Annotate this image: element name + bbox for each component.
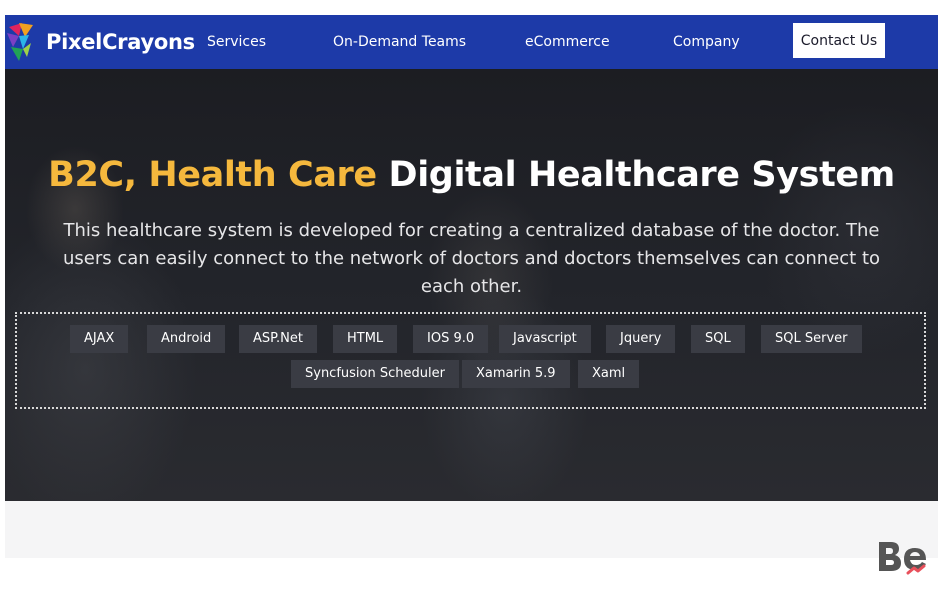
behance-logo-icon <box>879 542 926 575</box>
tag-html: HTML <box>333 325 398 353</box>
tag-xamarin: Xamarin 5.9 <box>462 360 570 388</box>
tag-syncfusion-scheduler: Syncfusion Scheduler <box>291 360 459 388</box>
page-frame: PixelCrayons Services On-Demand Teams eC… <box>5 15 938 558</box>
headline-main: Digital Healthcare System <box>388 155 896 195</box>
headline-accent: B2C, Health Care <box>48 155 377 195</box>
logo-text: PixelCrayons <box>46 30 195 54</box>
hero-headline: B2C, Health Care Digital Healthcare Syst… <box>5 155 938 195</box>
tag-javascript: Javascript <box>499 325 591 353</box>
tag-jquery: Jquery <box>606 325 676 353</box>
tag-sql: SQL <box>691 325 745 353</box>
tag-aspnet: ASP.Net <box>239 325 317 353</box>
tag-ajax: AJAX <box>70 325 129 353</box>
hero-section: B2C, Health Care Digital Healthcare Syst… <box>5 69 938 501</box>
brand-logo[interactable]: PixelCrayons <box>5 19 195 65</box>
tag-xaml: Xaml <box>578 360 640 388</box>
top-navbar: PixelCrayons Services On-Demand Teams eC… <box>5 15 938 69</box>
nav-ecommerce[interactable]: eCommerce <box>525 15 610 69</box>
nav-services[interactable]: Services <box>207 15 266 69</box>
pixelcrayons-logo-icon <box>7 23 33 61</box>
contact-us-button[interactable]: Contact Us <box>793 23 885 58</box>
hero-description: This healthcare system is developed for … <box>62 220 881 297</box>
nav-company[interactable]: Company <box>673 15 740 69</box>
tag-sql-server: SQL Server <box>761 325 862 353</box>
nav-on-demand-teams[interactable]: On-Demand Teams <box>333 15 466 69</box>
technology-tags: AJAX Android ASP.Net HTML IOS 9.0 Javasc… <box>15 312 926 409</box>
tag-android: Android <box>147 325 226 353</box>
tag-ios: IOS 9.0 <box>413 325 489 353</box>
